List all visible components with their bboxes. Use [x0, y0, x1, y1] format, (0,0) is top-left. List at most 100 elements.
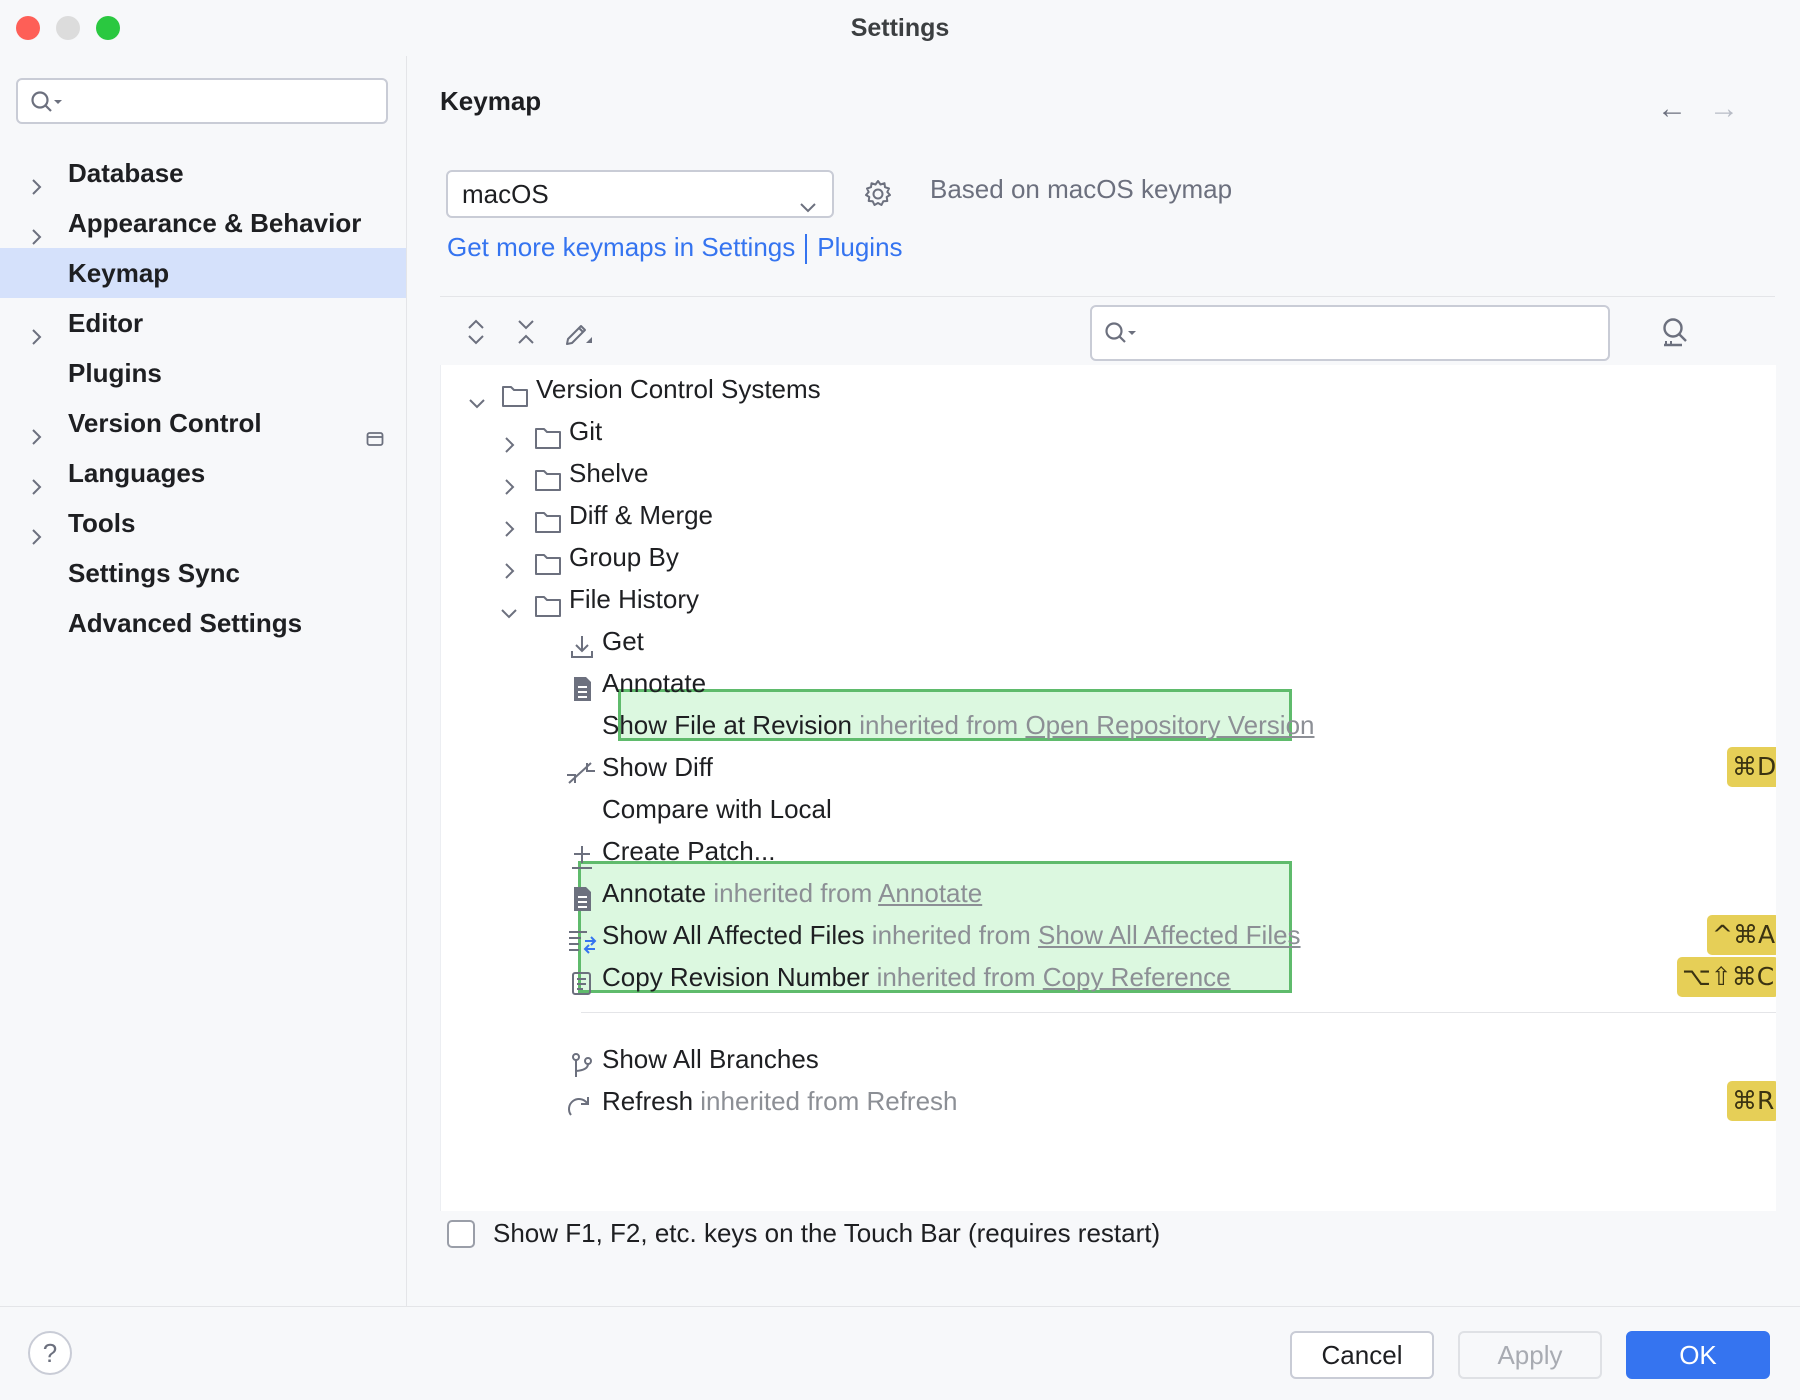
tree-toolbar [440, 297, 1775, 366]
tree-action-show-diff[interactable]: Show Diff ⌘D [441, 743, 1776, 791]
inherited-label: inherited from [713, 878, 873, 908]
shortcut-badge: ⌘D [1727, 747, 1776, 787]
action-name: Refresh [602, 1086, 694, 1116]
cancel-button[interactable]: Cancel [1290, 1331, 1434, 1379]
inherited-source-link[interactable]: Open Repository Version [1025, 710, 1314, 740]
inherited-source-link[interactable]: Annotate [878, 878, 982, 908]
tree-action-annotate[interactable]: Annotate [441, 659, 1776, 707]
tree-action-annotate-inherited[interactable]: Annotate inherited from Annotate [441, 869, 1776, 917]
action-name: Show All Affected Files [602, 920, 865, 950]
window-title: Settings [850, 14, 950, 42]
inherited-label: inherited from Refresh [700, 1086, 958, 1116]
help-button[interactable]: ? [28, 1331, 72, 1375]
tree-action-show-all-branches[interactable]: Show All Branches [441, 1035, 1776, 1083]
sidebar-item-keymap[interactable]: Keymap [0, 248, 406, 298]
keymap-tree: Version Control Systems Git Shelve Diff … [440, 365, 1776, 1211]
tree-action-refresh[interactable]: Refresh inherited from Refresh ⌘R [441, 1077, 1776, 1125]
tree-node-version-control-systems[interactable]: Version Control Systems [441, 365, 1776, 413]
refresh-icon [566, 1088, 596, 1136]
settings-link[interactable]: Get more keymaps in Settings [447, 232, 795, 262]
sidebar-item-label: Tools [68, 508, 136, 538]
main-panel: Keymap ← → macOS Based on macOS keymap G… [407, 56, 1800, 1306]
tree-node-label: Show All Branches [602, 1044, 819, 1074]
tree-node-label: Group By [569, 542, 679, 572]
inherited-source-link[interactable]: Copy Reference [1043, 962, 1231, 992]
touchbar-checkbox-label[interactable]: Show F1, F2, etc. keys on the Touch Bar … [493, 1218, 1160, 1249]
tree-action-show-all-affected-files[interactable]: Show All Affected Files inherited from S… [441, 911, 1776, 959]
tree-node-file-history[interactable]: File History [441, 575, 1776, 623]
shortcut-badge: ⌘R [1727, 1081, 1776, 1121]
sidebar-item-languages[interactable]: Languages [0, 448, 406, 498]
tree-node-label-with-inheritance: Show All Affected Files inherited from S… [602, 911, 1301, 959]
sidebar-item-version-control[interactable]: Version Control [0, 398, 406, 448]
based-on-label: Based on macOS keymap [930, 174, 1233, 204]
tree-node-git[interactable]: Git [441, 407, 1776, 455]
expand-all-icon[interactable] [464, 317, 488, 352]
plugins-link[interactable]: Plugins [817, 232, 902, 262]
tree-node-shelve[interactable]: Shelve [441, 449, 1776, 497]
action-name: Show File at Revision [602, 710, 852, 740]
inherited-source-link[interactable]: Show All Affected Files [1038, 920, 1301, 950]
shortcut-badge: ⌥⇧⌘C [1677, 957, 1776, 997]
chevron-down-icon [798, 185, 818, 229]
get-more-keymaps: Get more keymaps in Settings Plugins [447, 232, 903, 265]
tree-node-label-with-inheritance: Annotate inherited from Annotate [602, 869, 982, 917]
sidebar-item-editor[interactable]: Editor [0, 298, 406, 348]
link-divider [805, 234, 808, 265]
collapse-all-icon[interactable] [514, 317, 538, 352]
sidebar-item-appearance[interactable]: Appearance & Behavior [0, 198, 406, 248]
inherited-label: inherited from [859, 710, 1019, 740]
tree-node-label: File History [569, 584, 700, 614]
tree-node-label: Annotate [602, 668, 707, 698]
sidebar-item-label: Database [68, 158, 184, 188]
sidebar-item-advanced-settings[interactable]: Advanced Settings [0, 598, 406, 648]
tree-node-diff-merge[interactable]: Diff & Merge [441, 491, 1776, 539]
sidebar-item-plugins[interactable]: Plugins [0, 348, 406, 398]
sidebar-item-label: Plugins [68, 358, 162, 388]
sidebar-item-settings-sync[interactable]: Settings Sync [0, 548, 406, 598]
settings-window: Settings Database Appearance & Behavior … [0, 0, 1800, 1400]
shortcut-badge: ^⌘A [1707, 915, 1776, 955]
search-icon [30, 90, 64, 119]
keymap-select-value: macOS [462, 179, 549, 209]
keymap-tree-panel: Version Control Systems Git Shelve Diff … [440, 296, 1776, 1211]
tree-node-label: Diff & Merge [569, 500, 714, 530]
tree-action-show-file-at-revision[interactable]: Show File at Revision inherited from Ope… [441, 701, 1776, 749]
sidebar-item-label: Languages [68, 458, 206, 488]
tree-action-create-patch[interactable]: Create Patch... [441, 827, 1776, 875]
tree-node-label-with-inheritance: Refresh inherited from Refresh [602, 1077, 958, 1125]
sidebar-search-input[interactable] [16, 78, 388, 124]
sidebar-item-label: Keymap [68, 258, 170, 288]
shortcut-search-input[interactable] [1090, 305, 1610, 361]
tree-action-compare-with-local[interactable]: Compare with Local [441, 785, 1776, 833]
tree-node-group-by[interactable]: Group By [441, 533, 1776, 581]
tree-action-get[interactable]: Get [441, 617, 1776, 665]
sidebar-item-label: Appearance & Behavior [68, 208, 362, 238]
ok-button[interactable]: OK [1626, 1331, 1770, 1379]
sidebar-item-label: Settings Sync [68, 558, 240, 588]
sidebar-item-database[interactable]: Database [0, 148, 406, 198]
sidebar-item-tools[interactable]: Tools [0, 498, 406, 548]
gear-icon[interactable] [862, 178, 894, 215]
sidebar-item-label: Version Control [68, 408, 262, 438]
forward-arrow-icon[interactable]: → [1709, 92, 1739, 126]
inherited-label: inherited from [871, 920, 1031, 950]
tree-node-label: Git [569, 416, 603, 446]
edit-pencil-icon[interactable] [562, 317, 594, 354]
keymap-select[interactable]: macOS [446, 170, 834, 218]
action-name: Copy Revision Number [602, 962, 870, 992]
tree-node-label: Shelve [569, 458, 649, 488]
dialog-footer: ? Cancel Apply OK [0, 1306, 1800, 1400]
search-icon [1104, 321, 1138, 350]
tree-node-label-with-inheritance: Copy Revision Number inherited from Copy… [602, 953, 1231, 1001]
back-arrow-icon[interactable]: ← [1657, 92, 1687, 126]
touchbar-checkbox[interactable] [447, 1220, 475, 1248]
tree-action-copy-revision-number[interactable]: Copy Revision Number inherited from Copy… [441, 953, 1776, 1001]
find-by-shortcut-icon[interactable] [1658, 315, 1692, 354]
apply-button[interactable]: Apply [1458, 1331, 1602, 1379]
tree-node-label: Create Patch... [602, 836, 776, 866]
tree-node-label: Get [602, 626, 644, 656]
tree-node-label: Compare with Local [602, 794, 832, 824]
copy-icon [568, 964, 596, 1012]
sidebar-nav: Database Appearance & Behavior Keymap Ed… [0, 148, 406, 648]
